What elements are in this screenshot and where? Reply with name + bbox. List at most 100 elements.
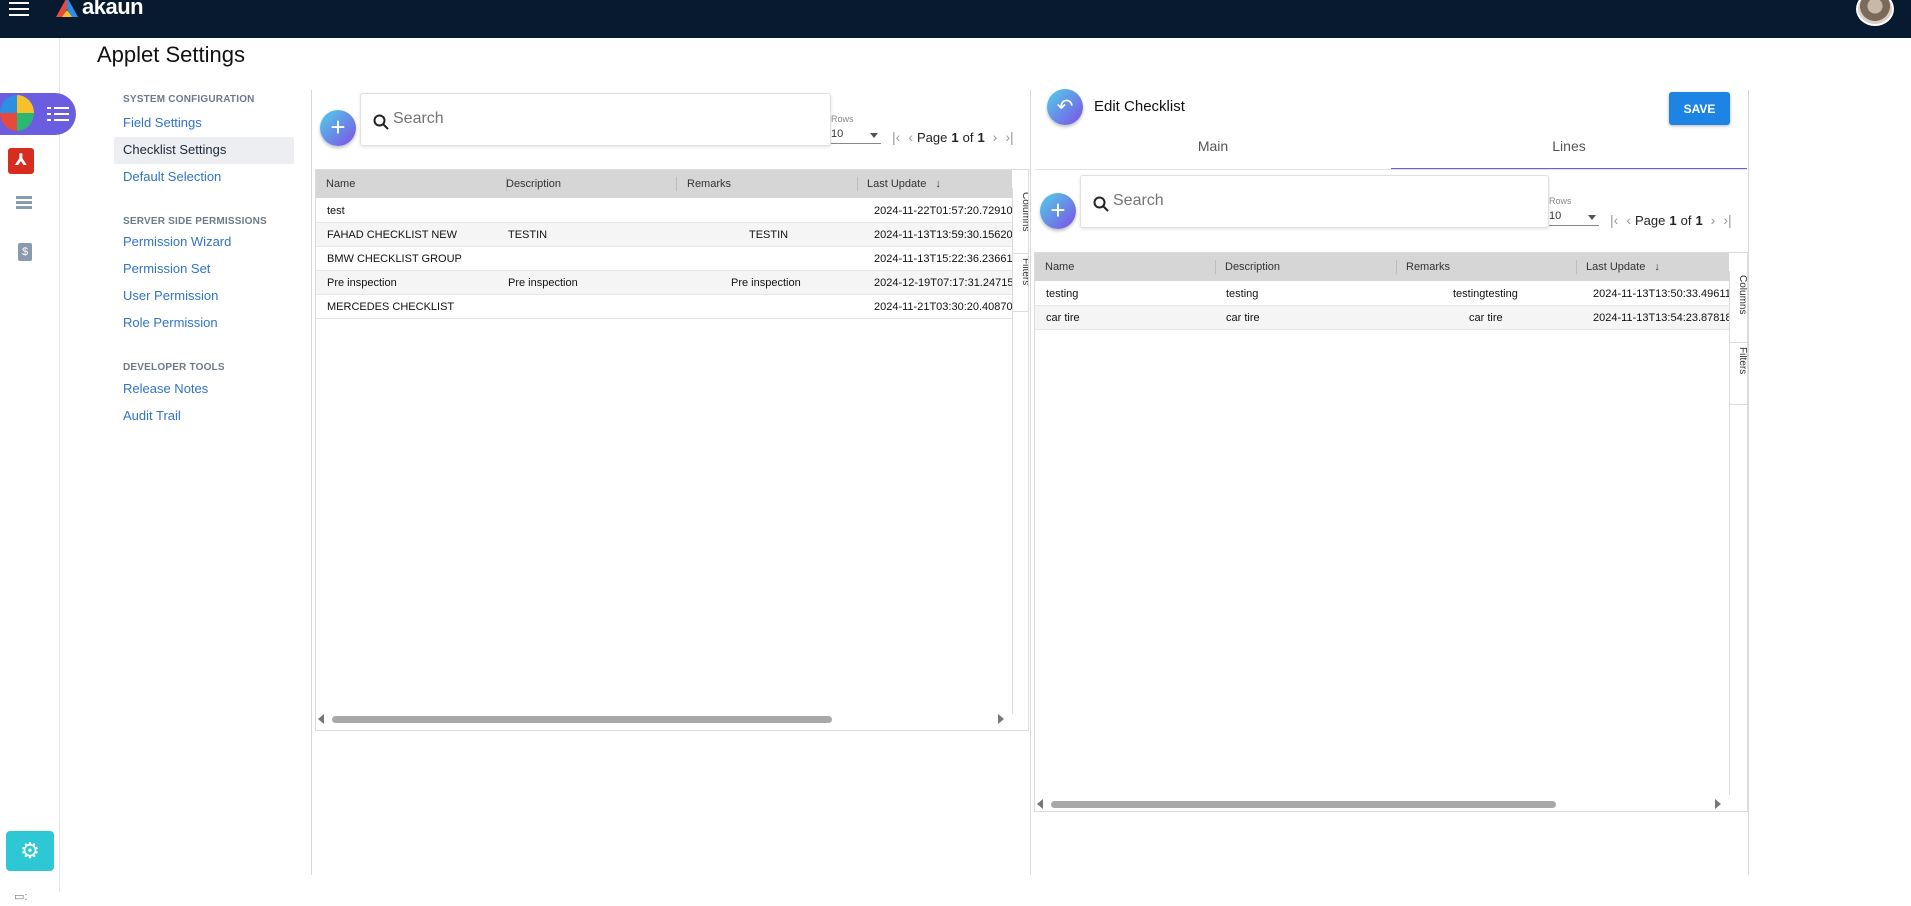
right-rows-label: Rows	[1549, 196, 1572, 206]
gear-icon[interactable]: ⚙	[6, 831, 54, 871]
left-search-box[interactable]	[360, 93, 831, 146]
nav-item-role-permission[interactable]: Role Permission	[123, 315, 218, 330]
scroll-right-icon[interactable]	[998, 714, 1004, 724]
panel-title: Edit Checklist	[1094, 98, 1185, 115]
left-side-tool-panel: Columns Filters	[1012, 188, 1029, 714]
cell-remarks: TESTIN	[749, 229, 789, 241]
hamburger-icon[interactable]	[9, 2, 29, 16]
search-icon	[373, 114, 389, 130]
nav-item-user-permission[interactable]: User Permission	[123, 288, 218, 303]
cell-last-update: 2024-11-22T01:57:20.729107	[874, 205, 1012, 217]
nav-group-developer-tools: DEVELOPER TOOLS	[123, 362, 225, 373]
left-search-input[interactable]	[393, 108, 693, 130]
first-page-icon[interactable]: |‹	[892, 129, 900, 145]
table-row[interactable]: testing testing testingtesting 2024-11-1…	[1035, 282, 1729, 306]
col-header-name[interactable]: Name	[1035, 253, 1074, 281]
tab-main[interactable]: Main	[1035, 138, 1391, 170]
save-button[interactable]: SAVE	[1669, 92, 1730, 125]
divider	[1748, 90, 1749, 875]
akaun-logo-icon	[56, 0, 78, 17]
right-data-grid: Name Description Remarks Last Update ↓ t…	[1034, 252, 1748, 812]
pdf-icon[interactable]: ⅄	[8, 148, 34, 174]
cell-last-update: 2024-11-13T13:54:23.878183	[1593, 312, 1729, 324]
side-tab-filters-label: Filters	[1737, 347, 1748, 375]
nav-item-release-notes[interactable]: Release Notes	[123, 381, 208, 396]
cell-name: MERCEDES CHECKLIST	[327, 301, 455, 313]
side-tab-filters[interactable]: Filters	[1730, 343, 1748, 405]
dollar-doc-icon[interactable]: $	[18, 243, 32, 261]
nav-item-permission-set[interactable]: Permission Set	[123, 261, 210, 276]
left-pager: |‹ ‹ Page 1 of 1 › ›|	[888, 129, 1018, 145]
right-search-box[interactable]	[1080, 175, 1549, 228]
cell-name: test	[327, 205, 345, 217]
nav-item-field-settings[interactable]: Field Settings	[123, 115, 202, 130]
side-tab-filters[interactable]: Filters	[1013, 254, 1028, 312]
left-horizontal-scrollbar[interactable]	[316, 713, 1012, 725]
side-tab-columns[interactable]: Columns	[1013, 188, 1029, 254]
page-label: Page	[916, 129, 948, 145]
cell-description: testing	[1226, 288, 1259, 300]
nav-item-audit-trail[interactable]: Audit Trail	[123, 408, 181, 423]
nav-item-default-selection[interactable]: Default Selection	[123, 169, 221, 184]
left-rows-select[interactable]: 10	[831, 128, 881, 144]
page-label: Page	[1634, 212, 1666, 228]
scroll-thumb[interactable]	[1051, 801, 1556, 808]
left-rows-value: 10	[831, 128, 844, 140]
nav-item-checklist-settings[interactable]: Checklist Settings	[123, 142, 226, 157]
cell-name: BMW CHECKLIST GROUP	[327, 253, 462, 265]
right-side-tool-panel: Columns Filters	[1729, 271, 1747, 795]
table-row[interactable]: BMW CHECKLIST GROUP 2024-11-13T15:22:36.…	[316, 247, 1012, 271]
table-row[interactable]: FAHAD CHECKLIST NEW TESTIN TESTIN 2024-1…	[316, 223, 1012, 247]
table-row[interactable]: car tire car tire car tire 2024-11-13T13…	[1035, 306, 1729, 330]
col-header-description[interactable]: Description	[1215, 253, 1280, 281]
first-page-icon[interactable]: |‹	[1610, 212, 1618, 228]
table-row[interactable]: Pre inspection Pre inspection Pre inspec…	[316, 271, 1012, 295]
app-name: akaun	[82, 0, 144, 19]
side-tab-columns-label: Columns	[1020, 192, 1029, 232]
col-header-last-update-label: Last Update	[867, 178, 927, 190]
scroll-left-icon[interactable]	[1037, 799, 1043, 809]
prev-page-icon[interactable]: ‹	[1626, 212, 1631, 228]
col-header-remarks[interactable]: Remarks	[1396, 253, 1450, 281]
scroll-left-icon[interactable]	[318, 714, 324, 724]
table-row[interactable]: MERCEDES CHECKLIST 2024-11-21T03:30:20.4…	[316, 295, 1012, 319]
avatar[interactable]	[1856, 0, 1894, 26]
add-line-button[interactable]: +	[1040, 193, 1076, 229]
col-header-last-update[interactable]: Last Update ↓	[1576, 253, 1660, 281]
prev-page-icon[interactable]: ‹	[908, 129, 913, 145]
col-header-name[interactable]: Name	[316, 170, 355, 198]
scroll-thumb[interactable]	[332, 716, 832, 723]
cell-description: TESTIN	[508, 229, 548, 241]
top-app-bar: akaun	[0, 0, 1911, 38]
table-row[interactable]: test 2024-11-22T01:57:20.729107	[316, 199, 1012, 223]
back-button[interactable]: ↶	[1047, 89, 1083, 125]
cell-name: FAHAD CHECKLIST NEW	[327, 229, 457, 241]
last-page-icon[interactable]: ›|	[1723, 212, 1731, 228]
page-number: 1	[951, 129, 959, 145]
nav-item-permission-wizard[interactable]: Permission Wizard	[123, 234, 231, 249]
search-icon	[1093, 196, 1109, 212]
next-page-icon[interactable]: ›	[1711, 212, 1716, 228]
right-search-input[interactable]	[1113, 190, 1413, 212]
app-icon[interactable]	[0, 95, 34, 131]
add-checklist-button[interactable]: +	[320, 110, 356, 146]
tab-lines[interactable]: Lines	[1391, 138, 1747, 170]
page-title: Applet Settings	[97, 42, 245, 67]
menu-collapse-icon[interactable]	[47, 104, 69, 122]
plus-icon: +	[1050, 195, 1066, 225]
icon-rail: ⅄ $ ⚙ ▭:	[0, 38, 76, 903]
last-page-icon[interactable]: ›|	[1005, 129, 1013, 145]
col-header-remarks[interactable]: Remarks	[677, 170, 731, 198]
col-header-last-update[interactable]: Last Update ↓	[857, 170, 941, 198]
right-horizontal-scrollbar[interactable]	[1035, 798, 1729, 810]
side-tab-columns[interactable]: Columns	[1730, 271, 1747, 343]
right-rows-select[interactable]: 10	[1549, 210, 1599, 226]
col-header-description[interactable]: Description	[496, 170, 561, 198]
cell-name: Pre inspection	[327, 277, 397, 289]
scroll-right-icon[interactable]	[1715, 799, 1721, 809]
akaun-logo[interactable]: akaun	[56, 0, 144, 19]
cell-last-update: 2024-11-21T03:30:20.408707	[874, 301, 1012, 313]
list-icon[interactable]	[16, 196, 32, 210]
next-page-icon[interactable]: ›	[993, 129, 998, 145]
cell-last-update: 2024-11-13T13:59:30.156204	[874, 229, 1012, 241]
